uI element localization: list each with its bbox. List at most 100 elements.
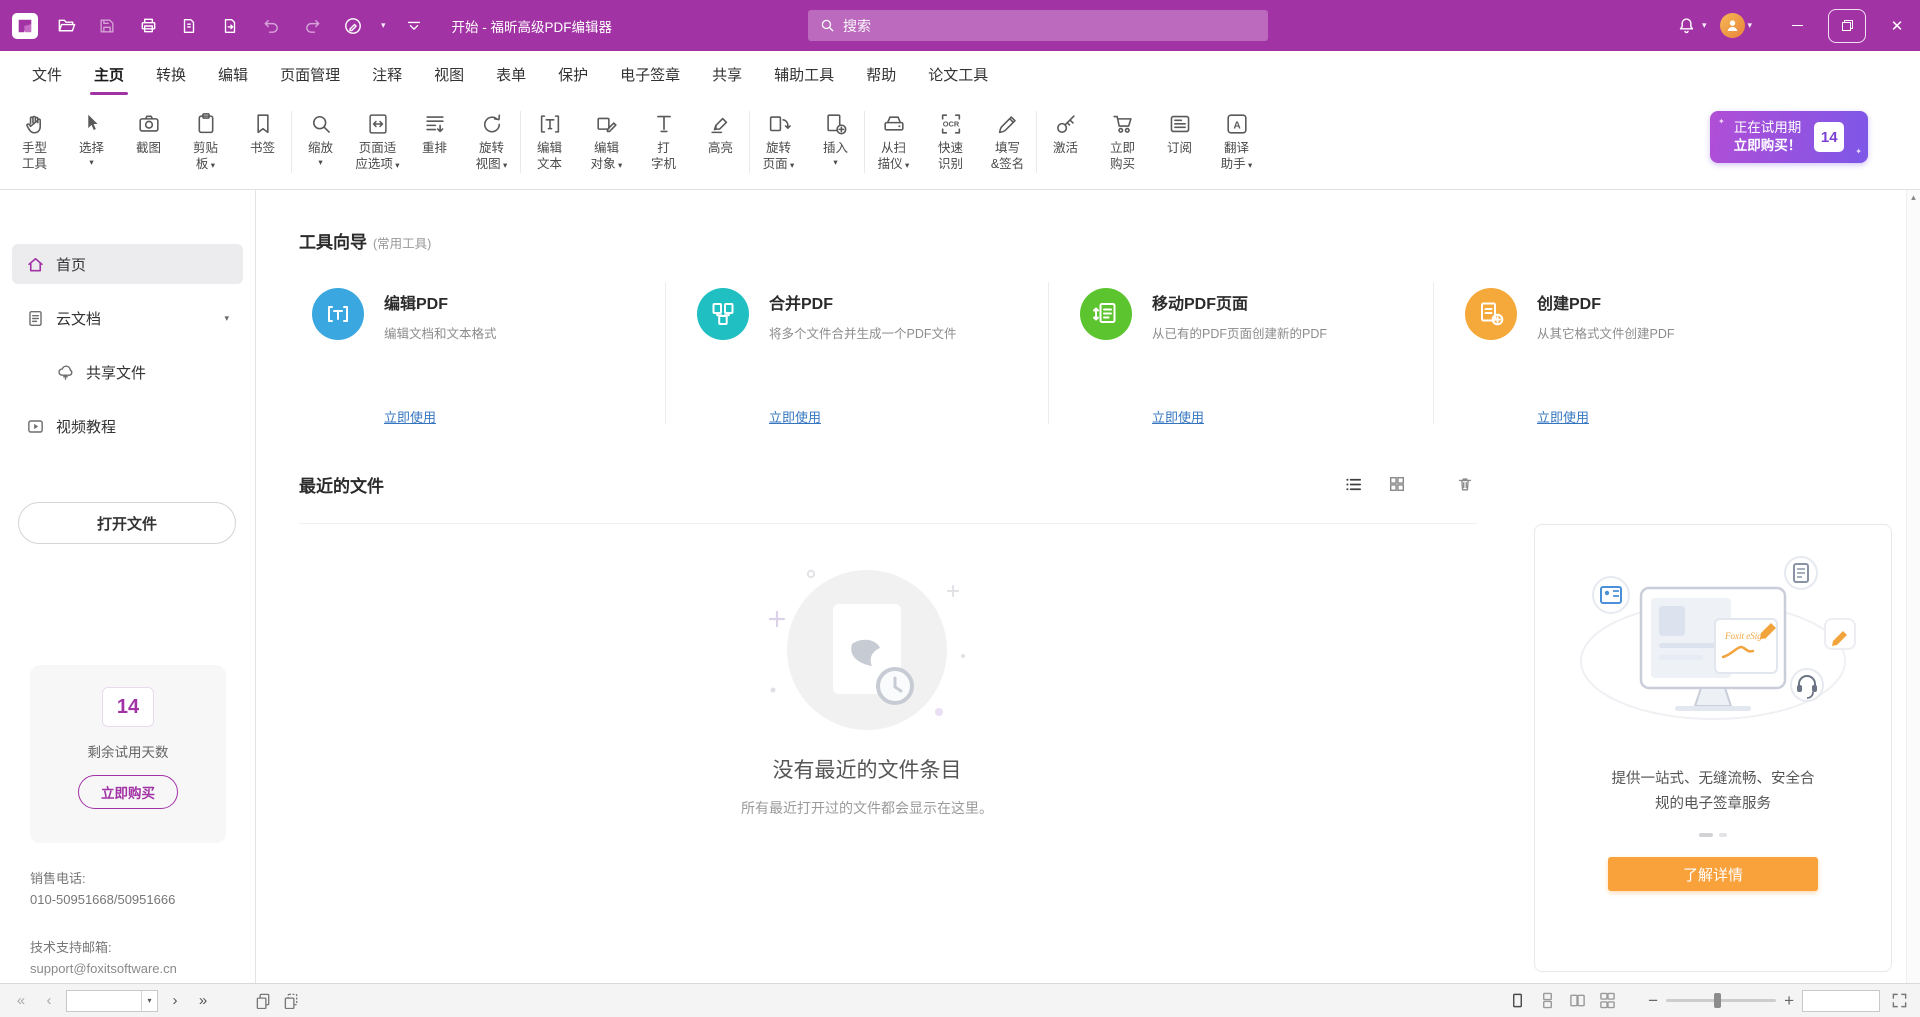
menu-esign[interactable]: 电子签章: [604, 51, 696, 97]
ribbon-insert[interactable]: 插入 ▾: [807, 97, 864, 190]
redo-icon[interactable]: [299, 13, 325, 39]
search-box[interactable]: [808, 10, 1268, 41]
minimize-button[interactable]: [1774, 0, 1820, 51]
menu-file[interactable]: 文件: [16, 51, 78, 97]
use-now-link[interactable]: 立即使用: [769, 407, 957, 426]
cloud-docs-caret-icon[interactable]: ▾: [224, 313, 229, 324]
notifications-bell-icon[interactable]: [1674, 13, 1700, 39]
zoom-slider-thumb[interactable]: [1714, 993, 1721, 1008]
next-page-button[interactable]: ›: [164, 990, 186, 1012]
close-button[interactable]: ✕: [1874, 0, 1920, 51]
ribbon-typewriter[interactable]: 打 字机: [635, 97, 692, 190]
ribbon-bookmark[interactable]: 书签: [234, 97, 291, 190]
scroll-up-arrow-icon[interactable]: ▲: [1910, 193, 1918, 983]
menu-view[interactable]: 视图: [418, 51, 480, 97]
sidebar-item-video-tutorials[interactable]: 视频教程: [12, 406, 243, 446]
ribbon-activate[interactable]: 激活: [1037, 97, 1094, 190]
ribbon-quick-ocr[interactable]: OCR 快速 识别: [922, 97, 979, 190]
grid-view-icon[interactable]: [1385, 472, 1409, 496]
restore-button[interactable]: [1828, 9, 1866, 43]
menu-form[interactable]: 表单: [480, 51, 542, 97]
zoom-in-button[interactable]: +: [1784, 992, 1794, 1009]
continuous-view-icon[interactable]: [1536, 990, 1558, 1012]
ribbon-from-scanner[interactable]: 从扫 描仪 ▾: [865, 97, 922, 190]
facing-continuous-view-icon[interactable]: [1596, 990, 1618, 1012]
zoom-level-box[interactable]: [1802, 990, 1880, 1012]
ribbon-rotate-pages[interactable]: 旋转 页面 ▾: [750, 97, 807, 190]
buy-now-button[interactable]: 立即购买: [78, 775, 178, 809]
share-file-icon[interactable]: [217, 13, 243, 39]
menu-paper-tools[interactable]: 论文工具: [912, 51, 1004, 97]
menu-page-management[interactable]: 页面管理: [264, 51, 356, 97]
undo-icon[interactable]: [258, 13, 284, 39]
menu-help[interactable]: 帮助: [850, 51, 912, 97]
ribbon-edit-object[interactable]: 编辑 对象 ▾: [578, 97, 635, 190]
open-file-button[interactable]: 打开文件: [18, 502, 236, 544]
card-edit-pdf[interactable]: 编辑PDF 编辑文档和文本格式 立即使用: [300, 274, 665, 440]
use-now-link[interactable]: 立即使用: [1537, 407, 1675, 426]
copy-pages-icon[interactable]: [280, 990, 302, 1012]
use-now-link[interactable]: 立即使用: [1152, 407, 1327, 426]
sign-tools-caret-icon[interactable]: ▾: [381, 20, 386, 31]
ribbon-fit-options[interactable]: 页面适 应选项 ▾: [349, 97, 406, 190]
ribbon-clipboard[interactable]: 剪贴 板 ▾: [177, 97, 234, 190]
ribbon-buy-now[interactable]: 立即 购买: [1094, 97, 1151, 190]
ribbon-reflow[interactable]: 重排: [406, 97, 463, 190]
menu-edit[interactable]: 编辑: [202, 51, 264, 97]
ribbon-select[interactable]: 选择 ▾: [63, 97, 120, 190]
pagination-dot-active[interactable]: [1699, 833, 1713, 837]
sidebar-item-shared-files[interactable]: 共享文件: [12, 352, 243, 392]
previous-page-button[interactable]: ‹: [38, 990, 60, 1012]
sidebar-item-home[interactable]: 首页: [12, 244, 243, 284]
ribbon-rotate-view[interactable]: 旋转 视图 ▾: [463, 97, 520, 190]
export-pdf-icon[interactable]: [176, 13, 202, 39]
page-dropdown-icon[interactable]: ▾: [141, 991, 157, 1011]
menu-comment[interactable]: 注释: [356, 51, 418, 97]
menu-home[interactable]: 主页: [78, 51, 140, 97]
first-page-button[interactable]: «: [10, 990, 32, 1012]
menu-share[interactable]: 共享: [696, 51, 758, 97]
trash-icon[interactable]: [1453, 472, 1477, 496]
card-merge-pdf[interactable]: 合并PDF 将多个文件合并生成一个PDF文件 立即使用: [665, 274, 1048, 440]
page-number-input[interactable]: [67, 991, 141, 1011]
pagination-dot[interactable]: [1719, 833, 1727, 837]
ribbon-fill-sign[interactable]: 填写 &签名: [979, 97, 1036, 190]
notifications-caret-icon[interactable]: ▾: [1702, 20, 1707, 31]
collapse-ribbon-icon[interactable]: [401, 13, 427, 39]
ribbon-translate[interactable]: A 翻译 助手 ▾: [1208, 97, 1265, 190]
learn-more-button[interactable]: 了解详情: [1608, 857, 1818, 891]
ribbon-hand-tool[interactable]: 手型 工具: [6, 97, 63, 190]
trial-buy-badge[interactable]: ✦ ✦ 正在试用期 立即购买！ 14: [1710, 111, 1868, 163]
zoom-slider[interactable]: [1666, 999, 1776, 1002]
ribbon-snapshot[interactable]: 截图: [120, 97, 177, 190]
user-avatar[interactable]: [1720, 13, 1745, 38]
menu-convert[interactable]: 转换: [140, 51, 202, 97]
zoom-level-input[interactable]: [1803, 991, 1879, 1011]
save-icon[interactable]: [94, 13, 120, 39]
support-email-link[interactable]: support@foxitsoftware.cn: [30, 958, 177, 979]
print-icon[interactable]: [135, 13, 161, 39]
menu-accessibility[interactable]: 辅助工具: [758, 51, 850, 97]
ribbon-subscribe[interactable]: 订阅: [1151, 97, 1208, 190]
sidebar-item-cloud-docs[interactable]: 云文档 ▾: [12, 298, 243, 338]
account-caret-icon[interactable]: ▾: [1747, 20, 1752, 31]
vertical-scrollbar[interactable]: ▲: [1906, 190, 1920, 983]
list-view-icon[interactable]: [1341, 472, 1365, 496]
single-page-view-icon[interactable]: [1506, 990, 1528, 1012]
ribbon-edit-text[interactable]: 编辑 文本: [521, 97, 578, 190]
use-now-link[interactable]: 立即使用: [384, 407, 497, 426]
card-create-pdf[interactable]: 创建PDF 从其它格式文件创建PDF 立即使用: [1433, 274, 1892, 440]
page-number-box[interactable]: ▾: [66, 990, 158, 1012]
open-folder-icon[interactable]: [53, 13, 79, 39]
facing-view-icon[interactable]: [1566, 990, 1588, 1012]
ribbon-highlight[interactable]: 高亮: [692, 97, 749, 190]
search-input[interactable]: [843, 18, 1256, 34]
sign-tools-icon[interactable]: [340, 13, 366, 39]
menu-protect[interactable]: 保护: [542, 51, 604, 97]
snapshot-pages-icon[interactable]: [252, 990, 274, 1012]
zoom-out-button[interactable]: −: [1648, 992, 1658, 1009]
fullscreen-icon[interactable]: [1888, 990, 1910, 1012]
card-move-pdf-pages[interactable]: 移动PDF页面 从已有的PDF页面创建新的PDF 立即使用: [1048, 274, 1433, 440]
last-page-button[interactable]: »: [192, 990, 214, 1012]
ribbon-zoom[interactable]: 缩放 ▾: [292, 97, 349, 190]
